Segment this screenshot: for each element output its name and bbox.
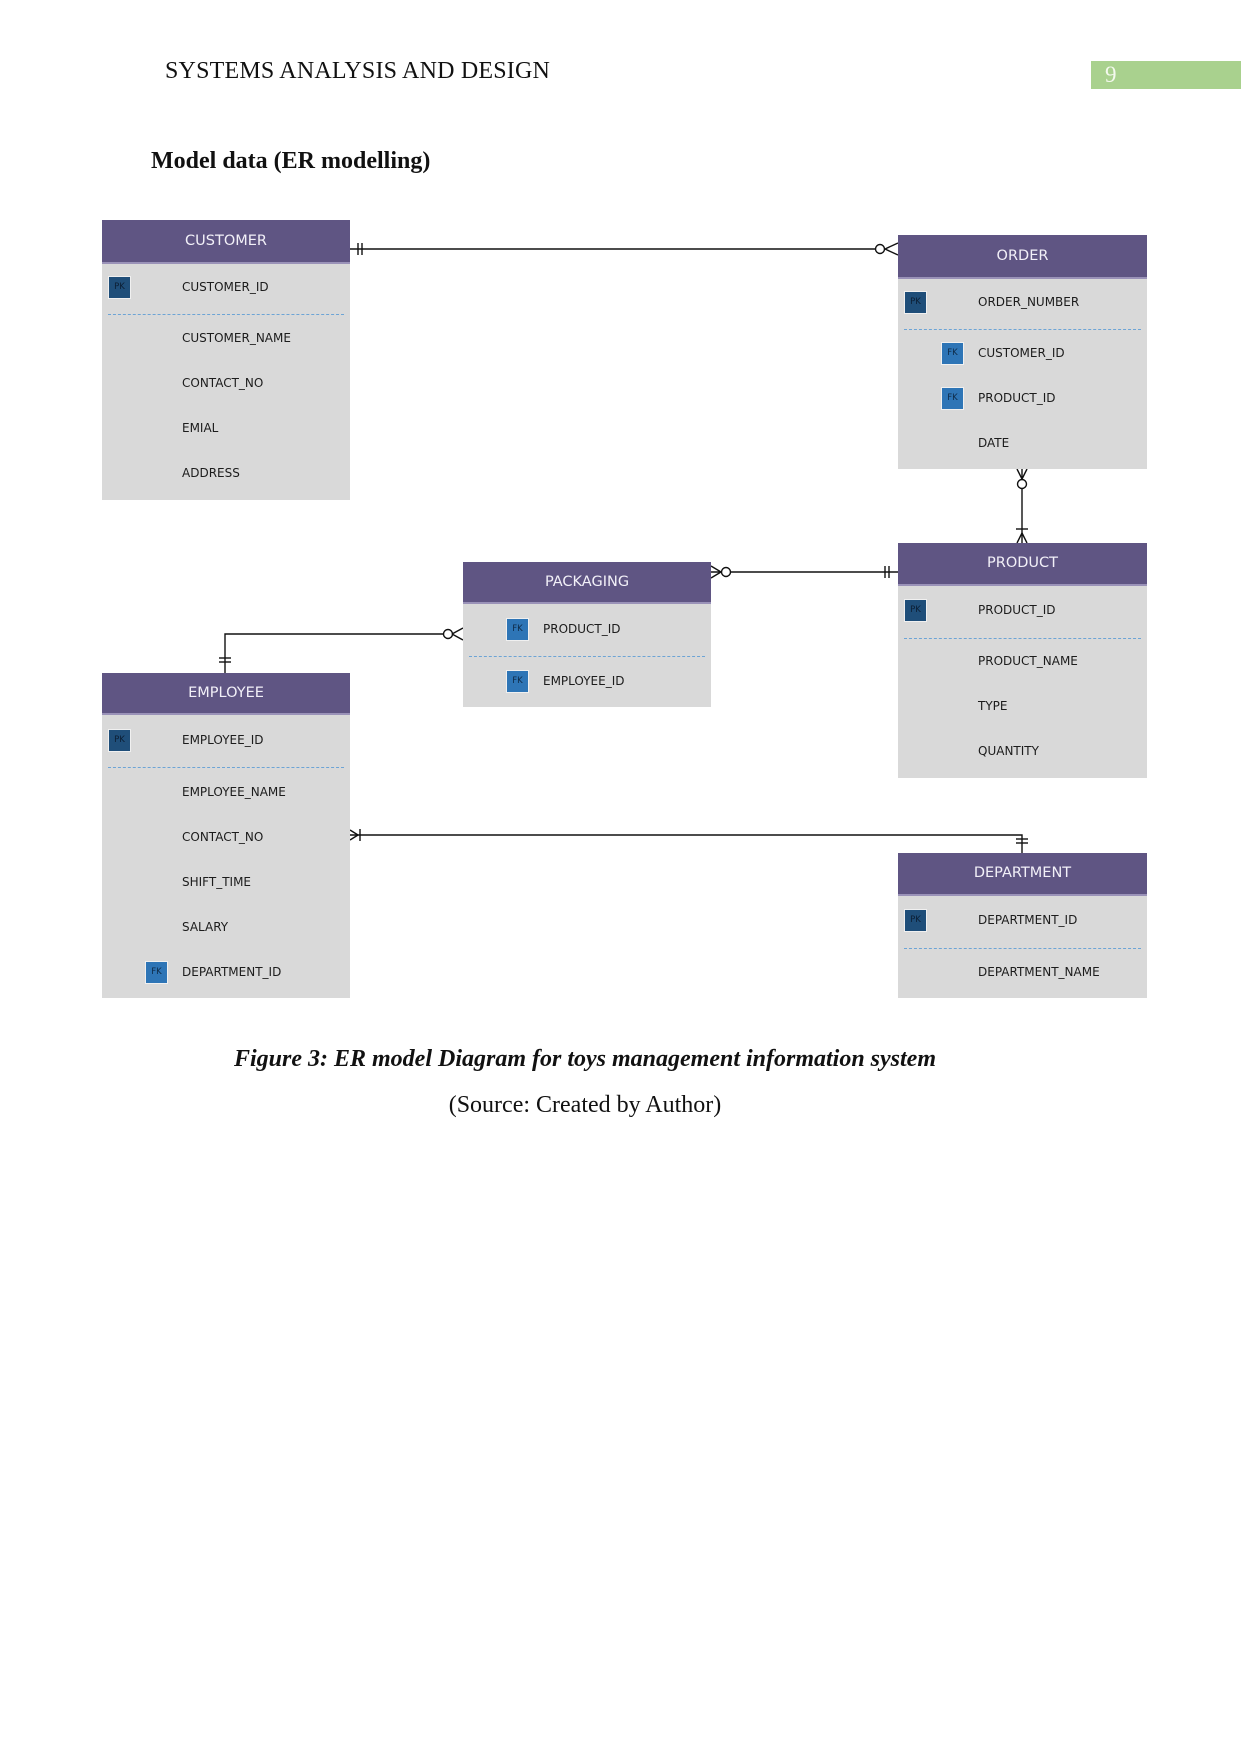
rel-customer-order [350, 242, 899, 256]
crows-foot [710, 565, 722, 573]
entity-customer[interactable]: CUSTOMER PK CUSTOMER_ID CUSTOMER_NAME CO… [102, 220, 350, 500]
crows-foot [451, 633, 464, 641]
crows-foot [451, 627, 464, 635]
entity-header: CUSTOMER [102, 220, 350, 264]
crows-foot [349, 829, 359, 836]
foreign-key-badge: FK [506, 618, 529, 641]
primary-key-badge: PK [904, 291, 927, 314]
attribute: DEPARTMENT_ID [182, 965, 282, 979]
attribute: DEPARTMENT_NAME [978, 965, 1100, 979]
attribute: CUSTOMER_NAME [182, 331, 291, 345]
key-separator [904, 948, 1141, 949]
zero-optional-circle [442, 628, 454, 640]
rel-order-product [1016, 468, 1028, 544]
zero-optional-circle [874, 243, 886, 255]
attribute: EMPLOYEE_ID [182, 733, 264, 747]
foreign-key-badge: FK [941, 342, 964, 365]
attribute: CONTACT_NO [182, 830, 264, 844]
figure-source: (Source: Created by Author) [448, 1092, 722, 1118]
primary-key-badge: PK [904, 599, 927, 622]
attribute: EMPLOYEE_ID [543, 674, 625, 688]
rel-employee-packaging [219, 627, 464, 673]
rel-packaging-product [710, 565, 898, 579]
attribute: ADDRESS [182, 466, 240, 480]
attribute: PRODUCT_ID [543, 622, 621, 636]
entity-employee[interactable]: EMPLOYEE PK EMPLOYEE_ID EMPLOYEE_NAME CO… [102, 673, 350, 998]
key-separator [904, 329, 1141, 330]
primary-key-badge: PK [904, 909, 927, 932]
entity-header: DEPARTMENT [898, 853, 1147, 896]
attribute: QUANTITY [978, 744, 1039, 758]
crows-foot [1021, 468, 1028, 480]
key-separator [108, 314, 344, 315]
crows-foot [1016, 468, 1023, 480]
entity-header: EMPLOYEE [102, 673, 350, 715]
attribute: PRODUCT_ID [978, 391, 1056, 405]
attribute: TYPE [978, 699, 1008, 713]
attribute: EMPLOYEE_NAME [182, 785, 286, 799]
attribute: CONTACT_NO [182, 376, 264, 390]
entity-header: ORDER [898, 235, 1147, 279]
foreign-key-badge: FK [145, 961, 168, 984]
entity-product[interactable]: PRODUCT PK PRODUCT_ID PRODUCT_NAME TYPE … [898, 543, 1147, 778]
attribute: EMIAL [182, 421, 219, 435]
foreign-key-badge: FK [506, 670, 529, 693]
entity-packaging[interactable]: PACKAGING FK PRODUCT_ID FK EMPLOYEE_ID [463, 562, 711, 707]
primary-key-badge: PK [108, 729, 131, 752]
attribute: CUSTOMER_ID [182, 280, 269, 294]
key-separator [469, 656, 705, 657]
crows-foot [884, 242, 899, 250]
crows-foot [349, 834, 359, 841]
attribute: DATE [978, 436, 1010, 450]
attribute: PRODUCT_NAME [978, 654, 1078, 668]
attribute: DEPARTMENT_ID [978, 913, 1078, 927]
zero-optional-circle [1016, 478, 1028, 490]
rel-employee-department [349, 829, 1028, 853]
foreign-key-badge: FK [941, 387, 964, 410]
crows-foot [1016, 532, 1023, 544]
attribute: SHIFT_TIME [182, 875, 252, 889]
key-separator [904, 638, 1141, 639]
zero-optional-circle [720, 566, 732, 578]
crows-foot [710, 571, 722, 579]
entity-header: PACKAGING [463, 562, 711, 604]
key-separator [108, 767, 344, 768]
attribute: PRODUCT_ID [978, 603, 1056, 617]
crows-foot [884, 248, 899, 256]
attribute: SALARY [182, 920, 229, 934]
attribute: ORDER_NUMBER [978, 295, 1080, 309]
crows-foot [1021, 532, 1028, 544]
entity-department[interactable]: DEPARTMENT PK DEPARTMENT_ID DEPARTMENT_N… [898, 853, 1147, 998]
entity-order[interactable]: ORDER PK ORDER_NUMBER FK CUSTOMER_ID FK … [898, 235, 1147, 469]
figure-caption: Figure 3: ER model Diagram for toys mana… [233, 1046, 937, 1072]
attribute: CUSTOMER_ID [978, 346, 1065, 360]
primary-key-badge: PK [108, 276, 131, 299]
entity-header: PRODUCT [898, 543, 1147, 586]
